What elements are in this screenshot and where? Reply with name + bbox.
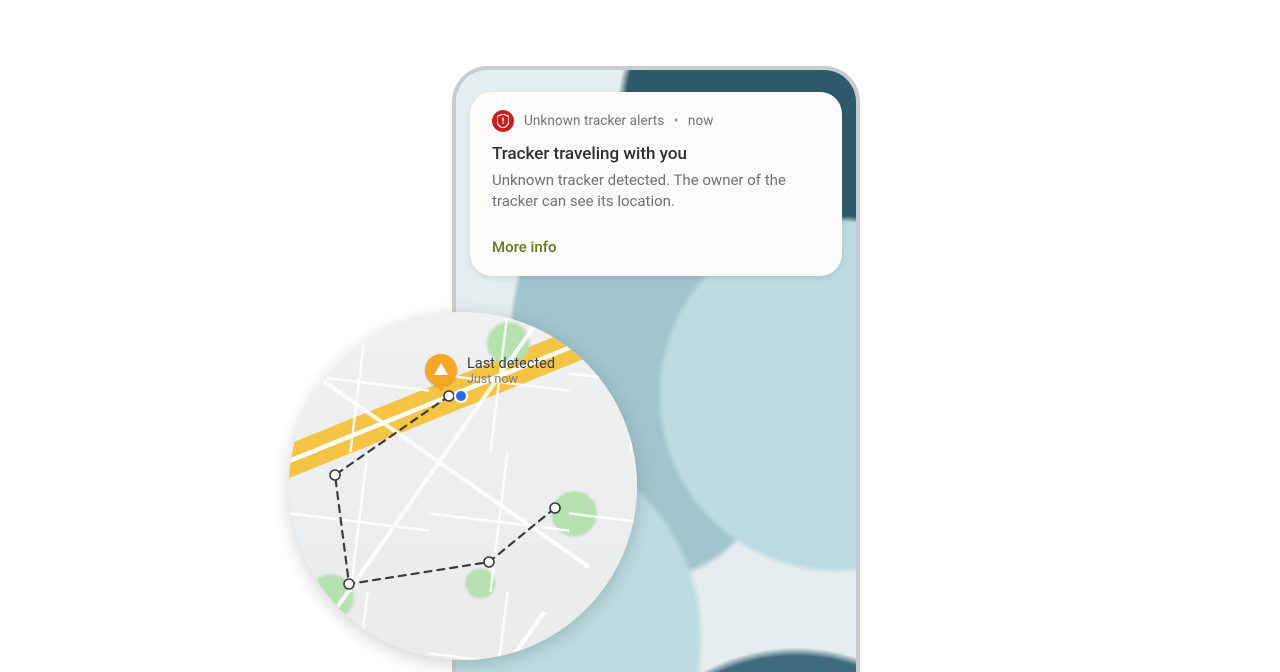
more-info-link[interactable]: More info (492, 238, 557, 256)
notification-app-name: Unknown tracker alerts (524, 113, 664, 129)
notification-app-line: Unknown tracker alerts • now (524, 113, 714, 129)
map-inset: Last detected Just now (289, 312, 637, 660)
last-detected-label: Last detected Just now (467, 356, 555, 387)
last-detected-subtitle: Just now (467, 373, 555, 387)
notification-body: Unknown tracker detected. The owner of t… (492, 170, 802, 211)
tracked-path (289, 312, 637, 660)
shield-alert-icon (492, 110, 514, 132)
notification-time: now (688, 113, 714, 129)
notification-title: Tracker traveling with you (492, 144, 820, 164)
separator-dot: • (674, 113, 679, 129)
last-detected-title: Last detected (467, 356, 555, 373)
warning-pin-icon (425, 354, 457, 386)
notification-header: Unknown tracker alerts • now (492, 110, 820, 132)
tracker-alert-notification[interactable]: Unknown tracker alerts • now Tracker tra… (470, 92, 842, 276)
